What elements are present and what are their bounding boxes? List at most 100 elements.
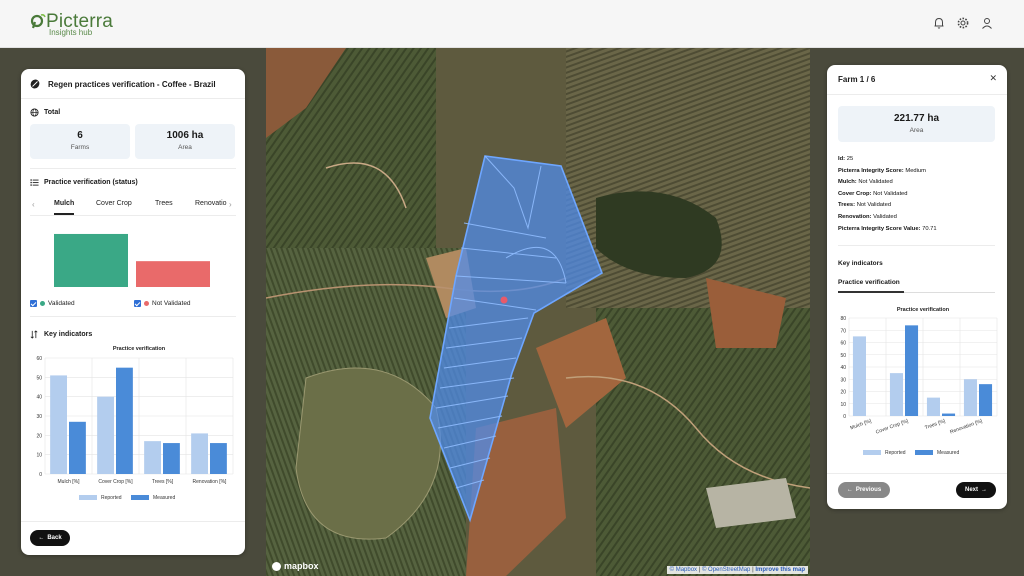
brand-subtitle: Insights hub (49, 28, 93, 37)
practice-verification-chart: Practice verification 0 10 20 30 40 50 60 Mulch … (36, 346, 234, 501)
y-tick-label: 50 (840, 353, 846, 359)
y-tick-label: 30 (840, 377, 846, 383)
divider (30, 168, 236, 169)
bar-reported (926, 397, 940, 416)
bar-measured (210, 443, 227, 474)
practice-status-label: Practice verification (status) (30, 178, 138, 187)
picterra-logo[interactable]: Picterra Insights hub (30, 10, 113, 40)
validated-checkbox[interactable] (30, 300, 37, 307)
not-validated-dot-icon (144, 301, 149, 306)
coffee-bean-icon (30, 79, 40, 89)
tabs-prev-chevron-icon[interactable]: ‹ (32, 200, 35, 209)
bar-reported (97, 396, 114, 474)
not-validated-bar (136, 261, 210, 287)
next-button[interactable]: Next → (956, 482, 996, 498)
osm-link[interactable]: © OpenStreetMap (702, 567, 750, 573)
legend-label: Reported (101, 495, 122, 501)
y-tick-label: 40 (36, 395, 42, 401)
bar-reported (889, 373, 903, 416)
validated-dot-icon (40, 301, 45, 306)
y-tick-label: 30 (36, 414, 42, 420)
chart-title: Practice verification (113, 346, 166, 352)
bar-measured (979, 384, 993, 416)
x-tick-label: Trees [%] (924, 418, 947, 431)
x-tick-label: Mulch [%] (58, 479, 81, 485)
farm-title: Farm 1 / 6 (838, 75, 876, 84)
farm-details-panel: Farm 1 / 6 ✕ 221.77 ha Area Id: 25 Picte… (827, 65, 1007, 509)
x-tick-label: Renovation [%] (949, 418, 983, 435)
x-tick-label: Trees [%] (152, 479, 174, 485)
prop-cover-crop: Cover Crop: Not Validated (838, 190, 908, 197)
prop-integrity-score-value: Picterra Integrity Score Value: 70.71 (838, 225, 937, 232)
farm-area-card: 221.77 ha Area (838, 106, 995, 142)
farms-count: 6 (77, 130, 83, 141)
sort-icon (30, 330, 38, 339)
arrow-left-icon: ← (38, 535, 45, 541)
bar-measured (905, 325, 919, 416)
tab-practice-verification[interactable]: Practice verification (838, 279, 900, 286)
prop-mulch: Mulch: Not Validated (838, 179, 893, 186)
map-canvas[interactable] (266, 48, 810, 576)
x-tick-label: Renovation [%] (193, 479, 228, 485)
area-label: Area (178, 144, 192, 151)
divider (838, 245, 995, 246)
tab-cover-crop[interactable]: Cover Crop (96, 200, 132, 207)
y-tick-label: 60 (36, 356, 42, 362)
top-bar: Picterra Insights hub (0, 0, 1024, 48)
key-indicators-label: Key indicators (30, 330, 92, 339)
prop-integrity-score: Picterra Integrity Score: Medium (838, 167, 926, 174)
tab-mulch[interactable]: Mulch (54, 200, 74, 207)
tabs-next-chevron-icon[interactable]: › (229, 200, 232, 209)
divider (21, 521, 245, 522)
mapbox-icon (272, 561, 281, 571)
divider (827, 473, 1007, 474)
y-tick-label: 0 (843, 414, 846, 420)
mapbox-logo: mapbox (272, 561, 319, 571)
x-tick-label: Cover Crop [%] (875, 418, 910, 436)
not-validated-checkbox[interactable] (134, 300, 141, 307)
legend-swatch (79, 495, 97, 500)
prop-trees: Trees: Not Validated (838, 202, 892, 209)
arrow-right-icon: → (981, 487, 987, 493)
farm-area-label: Area (909, 127, 924, 134)
validated-legend-toggle[interactable]: Validated (30, 300, 75, 307)
map-attribution: © Mapbox | © OpenStreetMap | Improve thi… (666, 566, 808, 574)
bar-measured (163, 443, 180, 474)
y-tick-label: 0 (39, 472, 42, 478)
active-tab-indicator (838, 291, 904, 293)
legend-swatch (863, 450, 881, 455)
y-tick-label: 80 (840, 316, 846, 322)
y-tick-label: 70 (840, 328, 846, 334)
y-tick-label: 60 (840, 341, 846, 347)
chart-title: Practice verification (897, 307, 950, 313)
bar-reported (852, 336, 866, 416)
x-tick-label: Mulch [%] (850, 418, 873, 431)
y-tick-label: 10 (36, 453, 42, 459)
legend-swatch (915, 450, 933, 455)
improve-map-link[interactable]: Improve this map (755, 567, 805, 573)
y-tick-label: 20 (36, 433, 42, 439)
user-icon[interactable] (980, 16, 994, 30)
farms-stat-card: 6 Farms (30, 124, 130, 159)
back-button[interactable]: ← Back (30, 530, 70, 546)
key-indicators-label: Key indicators (838, 260, 883, 267)
list-icon (30, 179, 39, 186)
mapbox-link[interactable]: © Mapbox (670, 567, 697, 573)
validated-bar (54, 233, 128, 287)
bell-icon[interactable] (932, 16, 946, 30)
tab-renovation[interactable]: Renovatio (195, 200, 227, 207)
practice-tabs: ‹ Mulch Cover Crop Trees Renovatio › (30, 198, 236, 215)
bar-reported (191, 433, 208, 474)
gear-icon[interactable] (956, 16, 970, 30)
not-validated-legend-toggle[interactable]: Not Validated (134, 300, 191, 307)
close-icon[interactable]: ✕ (989, 73, 997, 84)
legend-label: Reported (885, 450, 906, 456)
bar-measured (116, 367, 133, 474)
farms-label: Farms (70, 144, 90, 151)
project-title: Regen practices verification - Coffee - … (30, 79, 216, 89)
divider (30, 316, 236, 317)
tab-trees[interactable]: Trees (155, 200, 173, 207)
previous-button[interactable]: ← Previous (838, 482, 890, 498)
prop-id: Id: 25 (838, 156, 854, 162)
satellite-map[interactable]: mapbox © Mapbox | © OpenStreetMap | Impr… (266, 48, 810, 576)
